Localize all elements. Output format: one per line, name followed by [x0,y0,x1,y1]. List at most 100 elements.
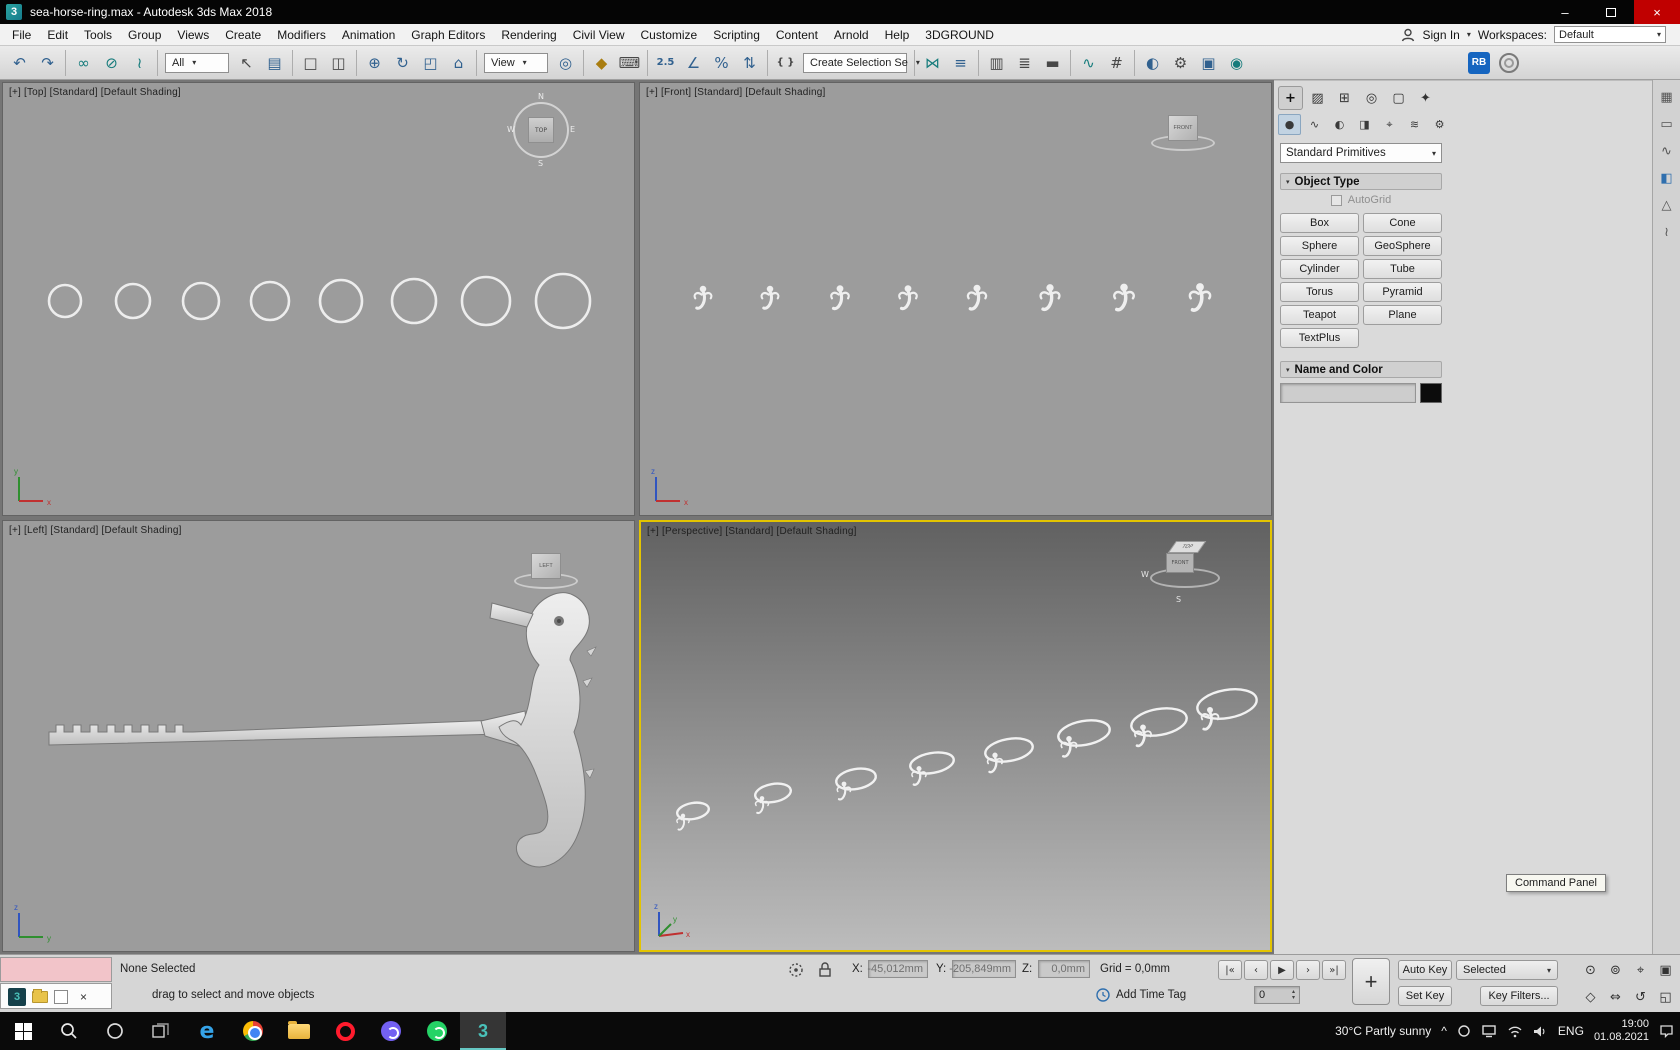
menu-views[interactable]: Views [169,24,217,46]
mirror-icon[interactable]: ⋈ [919,49,946,76]
volume-icon[interactable] [1533,1025,1548,1038]
autogrid-checkbox[interactable] [1330,194,1342,206]
seahorse-object[interactable] [910,764,928,786]
menu-animation[interactable]: Animation [334,24,403,46]
menu-content[interactable]: Content [768,24,826,46]
viewport-label[interactable]: [+] [Left] [Standard] [Default Shading] [9,525,182,536]
seahorse-object[interactable] [1188,281,1212,312]
previous-frame-button[interactable]: ‹ [1244,960,1268,980]
cube-tool-icon[interactable]: ◧ [1660,171,1672,186]
menu-help[interactable]: Help [877,24,918,46]
maximize-viewport-icon[interactable]: ◱ [1653,984,1678,1011]
taskbar-clock[interactable]: 19:00 01.08.2021 [1594,1018,1649,1044]
select-and-link-icon[interactable]: ∞ [70,49,97,76]
undo-icon[interactable]: ↶ [6,49,33,76]
select-and-move-icon[interactable]: ⊕ [361,49,388,76]
ribbon-toggle-icon[interactable]: ▬ [1039,49,1066,76]
zoom-extents-icon[interactable]: ⌖ [1628,957,1653,984]
edge-button[interactable]: e [184,1012,230,1050]
layer-explorer-icon[interactable]: ≣ [1011,49,1038,76]
cone-tool-icon[interactable]: △ [1662,198,1672,213]
category-cameras-icon[interactable]: ◨ [1353,114,1376,135]
teapot-button[interactable]: Teapot [1280,305,1359,325]
tab-utilities-icon[interactable]: ✦ [1413,86,1438,110]
menu-file[interactable]: File [4,24,39,46]
ring-object[interactable] [390,277,438,325]
box-button[interactable]: Box [1280,213,1359,233]
go-to-end-button[interactable]: »| [1322,960,1346,980]
add-time-tag[interactable]: Add Time Tag [1116,989,1186,1001]
ring-object[interactable] [249,280,291,322]
sign-in-link[interactable]: Sign In [1422,28,1459,42]
seahorse-body[interactable] [498,592,590,868]
close-mini-icon[interactable]: × [80,990,87,1004]
sphere-button[interactable]: Sphere [1280,236,1359,256]
spinner-down-icon[interactable]: ▾ [1292,995,1295,1001]
ring-object[interactable] [318,278,364,324]
menu-modifiers[interactable]: Modifiers [269,24,334,46]
key-selection-dropdown[interactable]: Selected ▾ [1456,960,1558,980]
viewport-perspective-active[interactable]: [+] [Perspective] [Standard] [Default Sh… [639,520,1272,952]
tray-expand-caret[interactable]: ^ [1441,1024,1447,1038]
category-systems-icon[interactable]: ⚙ [1428,114,1451,135]
seahorse-object[interactable] [829,283,851,311]
schematic-view-icon[interactable]: # [1103,49,1130,76]
network-icon[interactable] [1481,1024,1497,1038]
y-coordinate-field[interactable]: -205,849mm [949,960,1016,978]
viewport-left[interactable]: [+] [Left] [Standard] [Default Shading] … [2,520,635,952]
reference-coordinate-dropdown[interactable]: View ▾ [484,52,548,73]
align-icon[interactable]: ≡ [947,49,974,76]
link-tool-icon[interactable]: ≀ [1664,225,1669,240]
pan-icon[interactable]: ⇔ [1603,984,1628,1011]
tube-button[interactable]: Tube [1363,259,1442,279]
redo-icon[interactable]: ↷ [34,49,61,76]
folder-mini-icon[interactable] [32,989,48,1003]
named-selection-set-dropdown[interactable]: Create Selection Se ▾ [803,52,920,73]
snaps-toggle-icon[interactable]: 2.5 [652,49,679,76]
frame-spinner[interactable]: ▴ ▾ [1292,989,1295,1001]
task-view-button[interactable] [138,1012,184,1050]
wifi-icon[interactable] [1507,1025,1523,1038]
cylinder-button[interactable]: Cylinder [1280,259,1359,279]
orbit-icon[interactable]: ↺ [1628,984,1653,1011]
cone-button[interactable]: Cone [1363,213,1442,233]
viewcube-3d[interactable]: TOP FRONT W S [1141,534,1226,604]
ring-object[interactable] [114,282,152,320]
set-key-button[interactable]: Set Key [1398,986,1452,1006]
ring-object[interactable] [47,283,83,319]
start-button[interactable] [0,1012,46,1050]
rollout-name-and-color[interactable]: ▾ Name and Color [1280,361,1442,378]
menu-civil-view[interactable]: Civil View [565,24,633,46]
menu-graph-editors[interactable]: Graph Editors [403,24,493,46]
tab-hierarchy-icon[interactable]: ⊞ [1332,86,1357,110]
category-space-warps-icon[interactable]: ≋ [1403,114,1426,135]
scene-explorer-icon[interactable]: ▥ [983,49,1010,76]
grid-icon[interactable]: ▦ [1660,90,1672,105]
plugin-ring-icon[interactable] [1499,52,1519,73]
plane-button[interactable]: Plane [1363,305,1442,325]
tab-motion-icon[interactable]: ◎ [1359,86,1384,110]
angle-snap-icon[interactable]: ∠ [680,49,707,76]
keyboard-override-icon[interactable]: ⌨ [616,49,643,76]
select-and-manipulate-icon[interactable]: ◆ [588,49,615,76]
viewcube-top-face[interactable]: TOP [528,117,554,143]
x-coordinate-field[interactable]: -45,012mm [867,960,928,978]
maximize-button[interactable] [1588,0,1634,24]
tab-display-icon[interactable]: ▢ [1386,86,1411,110]
spinner-snap-icon[interactable]: ⇅ [736,49,763,76]
seahorse-object[interactable] [966,283,988,311]
menu-tools[interactable]: Tools [76,24,120,46]
menu-rendering[interactable]: Rendering [493,24,564,46]
auto-key-button[interactable]: Auto Key [1398,960,1452,980]
tab-modify-icon[interactable]: ▨ [1305,86,1330,110]
seahorse-object[interactable] [1038,282,1062,312]
selection-filter-dropdown[interactable]: All ▾ [165,52,229,73]
ring-object[interactable] [1056,717,1111,750]
textplus-button[interactable]: TextPlus [1280,328,1359,348]
ring-object[interactable] [983,735,1034,765]
viewport-label[interactable]: [+] [Top] [Standard] [Default Shading] [9,87,181,98]
geosphere-button[interactable]: GeoSphere [1363,236,1442,256]
seahorse-object[interactable] [1112,281,1136,312]
go-to-start-button[interactable]: |« [1218,960,1242,980]
viewcube[interactable]: FRONT [1149,107,1219,159]
